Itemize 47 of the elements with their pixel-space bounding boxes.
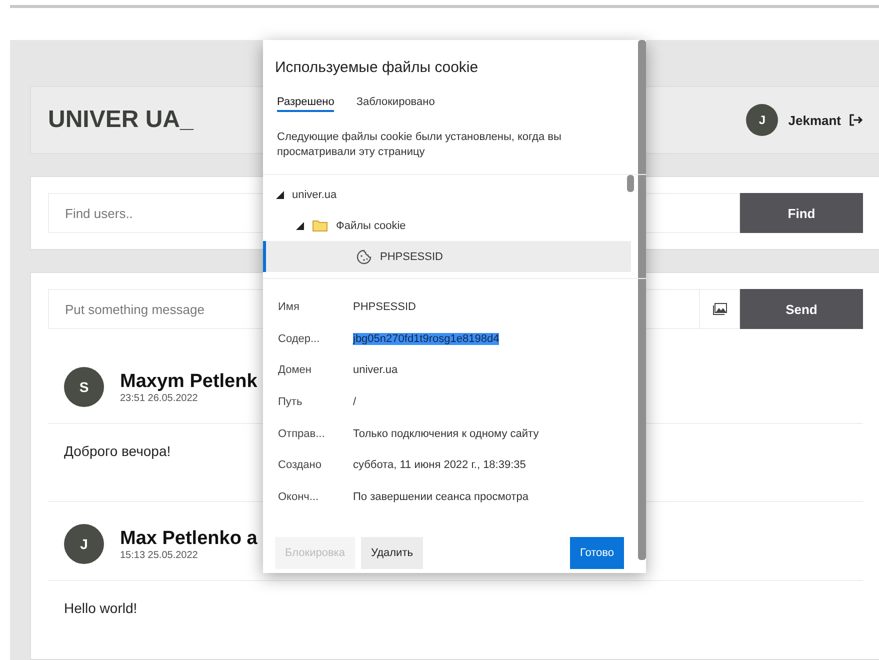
- dialog-description: Следующие файлы cookie были установлены, когда вы просматривали эту страницу: [276, 130, 562, 160]
- find-button[interactable]: Find: [740, 193, 863, 233]
- detail-value: PHPSESSID: [353, 300, 416, 313]
- tree-item[interactable]: PHPSESSID: [263, 241, 631, 272]
- user-name: Jekmant: [788, 112, 841, 128]
- dialog-tab[interactable]: Заблокировано: [356, 96, 435, 112]
- detail-label: Отправ...: [278, 428, 326, 440]
- message-time: 23:51 26.05.2022: [120, 392, 199, 404]
- tree-item[interactable]: univer.ua: [263, 179, 631, 210]
- detail-value: По завершении сеанса просмотра: [353, 490, 528, 503]
- author-name: Max Petlenko a: [120, 528, 258, 550]
- detail-label: Создано: [278, 459, 322, 472]
- tree-label: Файлы cookie: [336, 220, 406, 232]
- tree-item[interactable]: Файлы cookie: [263, 210, 631, 241]
- dialog-tab[interactable]: Разрешено: [277, 96, 334, 112]
- detail-value: /: [353, 396, 356, 408]
- user-avatar: J: [746, 104, 778, 136]
- collapse-triangle-icon[interactable]: [296, 222, 304, 230]
- site-logo: UNIVER UA_: [48, 106, 194, 134]
- scrollbar-thumb[interactable]: [627, 175, 634, 192]
- message-text: Hello world!: [64, 600, 138, 616]
- cookie-icon: [356, 248, 372, 264]
- dialog-title: Используемые файлы cookie: [274, 58, 480, 76]
- message-text: Доброго вечора!: [64, 443, 171, 459]
- logout-icon[interactable]: [849, 114, 863, 126]
- tree-label: univer.ua: [292, 188, 337, 200]
- image-icon: [712, 303, 726, 315]
- detail-label: Имя: [278, 300, 300, 313]
- author-avatar: S: [64, 367, 104, 407]
- detail-label: Оконч...: [278, 490, 320, 503]
- collapse-triangle-icon[interactable]: [276, 190, 284, 198]
- detail-label: Содер...: [278, 332, 321, 345]
- scrollbar[interactable]: [638, 40, 646, 560]
- detail-value: Только подключения к одному сайту: [353, 428, 539, 440]
- detail-value: суббота, 11 июня 2022 г., 18:39:35: [353, 459, 526, 472]
- tree-label: PHPSESSID: [380, 250, 443, 262]
- detail-value: univer.ua: [353, 364, 398, 376]
- dialog-button[interactable]: Удалить: [360, 537, 423, 569]
- send-button[interactable]: Send: [740, 289, 863, 329]
- message-time: 15:13 25.05.2022: [120, 550, 199, 560]
- author-name: Maxym Petlenk: [120, 370, 258, 392]
- detail-value: jbg05n270fd1t9rosg1e8198d4: [353, 332, 500, 345]
- detail-label: Домен: [278, 364, 312, 376]
- detail-label: Путь: [278, 396, 304, 408]
- dialog-button[interactable]: Готово: [570, 537, 624, 569]
- author-avatar: J: [64, 524, 104, 564]
- folder-icon: [312, 219, 328, 232]
